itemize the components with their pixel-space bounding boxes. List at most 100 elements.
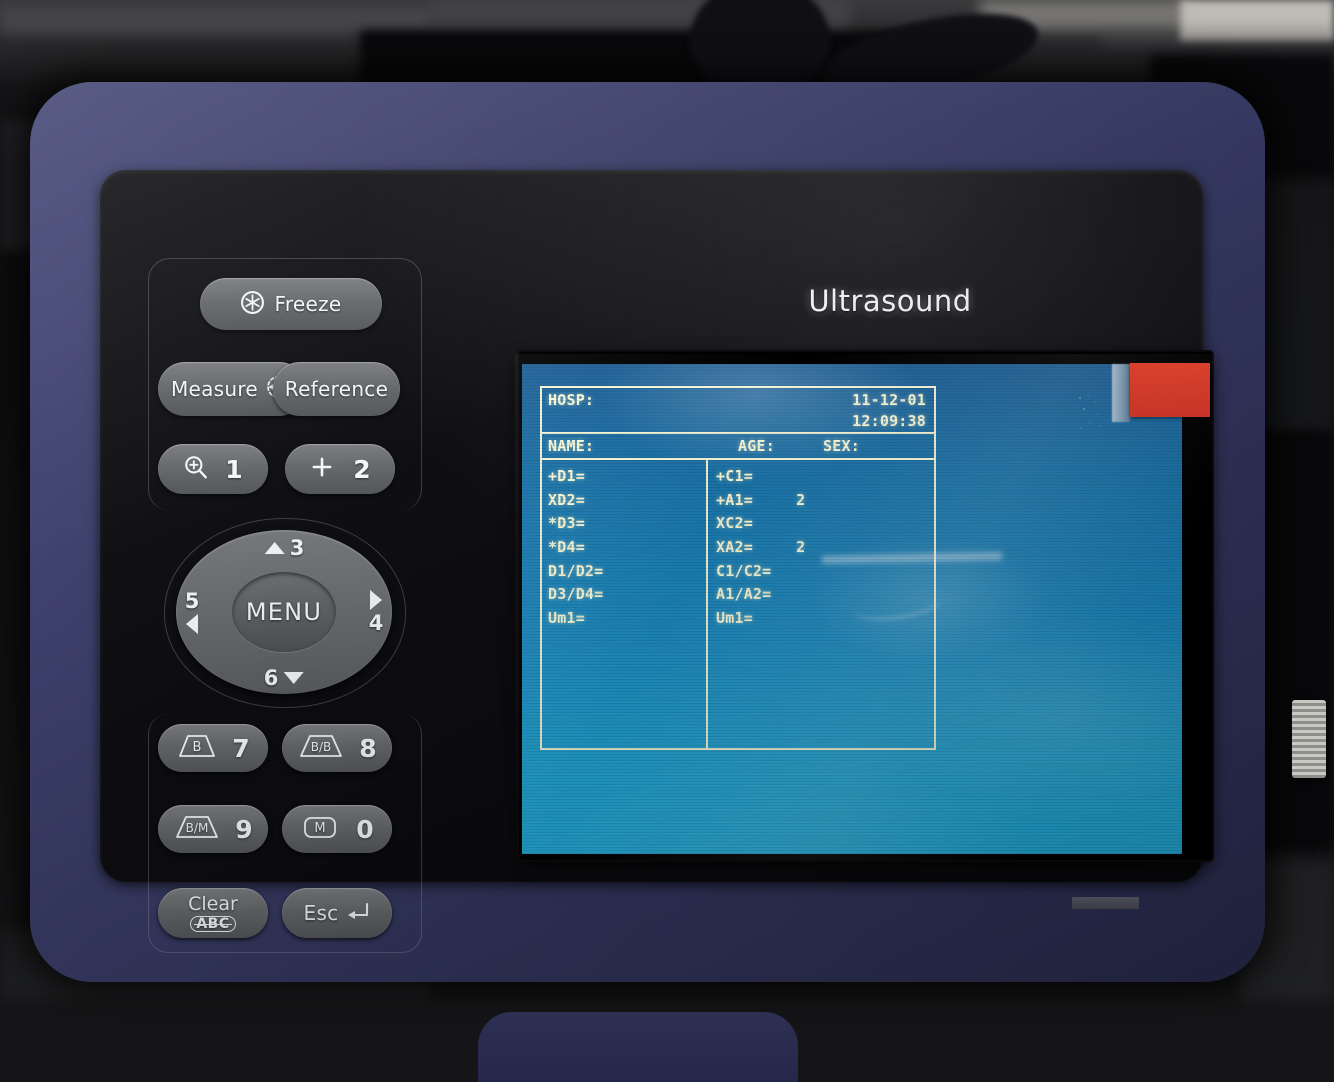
m-mode-icon: M bbox=[300, 814, 340, 845]
device-label-slot bbox=[1072, 897, 1139, 909]
measurement-row: Um1= bbox=[716, 607, 934, 631]
age-label: AGE: bbox=[738, 437, 775, 455]
dpad-down-button[interactable]: 6 bbox=[264, 666, 305, 690]
menu-button-label: MENU bbox=[245, 598, 323, 626]
plus-button-number: 2 bbox=[353, 454, 371, 484]
measurement-label: C1/C2= bbox=[716, 561, 772, 580]
name-label: NAME: bbox=[548, 437, 595, 455]
bb-mode-button[interactable]: B/B 8 bbox=[282, 724, 392, 772]
clear-abc-icon: ABC bbox=[190, 915, 236, 932]
measurement-row: *D3= bbox=[548, 512, 706, 536]
triangle-right-icon bbox=[370, 590, 382, 610]
measure-button-label: Measure bbox=[170, 377, 259, 401]
freeze-snowflake-icon bbox=[240, 290, 265, 319]
measurement-label: Um1= bbox=[716, 609, 753, 628]
m-mode-button-number: 0 bbox=[356, 814, 374, 844]
m-mode-button[interactable]: M 0 bbox=[282, 805, 392, 853]
measurement-label: XC2= bbox=[716, 514, 753, 533]
probe-connector bbox=[1292, 700, 1326, 778]
dpad-right-label: 4 bbox=[368, 611, 384, 635]
triangle-down-icon bbox=[283, 672, 304, 684]
measurement-panel: +D1= XD2= *D3= *D4= D1/D2= D3/D4= Um1= +… bbox=[540, 460, 936, 750]
measurement-row: +A1= 2 bbox=[716, 489, 934, 513]
svg-text:M: M bbox=[315, 821, 326, 836]
return-arrow-icon bbox=[346, 901, 370, 925]
navigation-dpad[interactable]: MENU 3 6 5 4 bbox=[176, 530, 392, 694]
brand-label: Ultrasound bbox=[808, 284, 972, 318]
clear-button-label: Clear bbox=[188, 892, 238, 915]
esc-button[interactable]: Esc bbox=[282, 888, 392, 938]
triangle-up-icon bbox=[264, 542, 285, 554]
dpad-down-label: 6 bbox=[263, 666, 279, 690]
zoom-button-number: 1 bbox=[225, 454, 243, 484]
b-mode-button-number: 7 bbox=[232, 733, 250, 763]
measurement-label: +A1= bbox=[716, 490, 753, 509]
screen-dust-specks bbox=[1076, 392, 1106, 434]
measurement-row: +C1= bbox=[716, 465, 934, 489]
datetime-block: 11-12-01 12:09:38 bbox=[852, 390, 926, 433]
protective-film-pull-tab[interactable] bbox=[1130, 363, 1210, 417]
reference-button[interactable]: Reference bbox=[273, 362, 400, 416]
measurement-value: 2 bbox=[796, 490, 806, 509]
esc-button-label: Esc bbox=[303, 901, 339, 925]
measurement-row: XC2= bbox=[716, 512, 934, 536]
sector-probe-icon: B/B bbox=[297, 733, 345, 764]
plus-icon bbox=[309, 454, 335, 484]
measurement-column-left: +D1= XD2= *D3= *D4= D1/D2= D3/D4= Um1= bbox=[542, 460, 706, 748]
reference-button-label: Reference bbox=[284, 377, 389, 401]
measurement-label: XA2= bbox=[716, 538, 753, 557]
hosp-label: HOSP: bbox=[548, 391, 595, 409]
menu-button[interactable]: MENU bbox=[232, 572, 336, 652]
freeze-button[interactable]: Freeze bbox=[200, 278, 382, 330]
hospital-row: HOSP: 11-12-01 12:09:38 bbox=[540, 386, 936, 434]
svg-text:B/M: B/M bbox=[186, 821, 209, 835]
measurement-label: *D4= bbox=[548, 538, 585, 557]
dpad-up-label: 3 bbox=[289, 536, 305, 560]
sector-probe-icon: B/M bbox=[173, 814, 221, 845]
time-value: 12:09:38 bbox=[852, 412, 926, 431]
plus-button[interactable]: 2 bbox=[285, 444, 395, 494]
osd-overlay: HOSP: 11-12-01 12:09:38 NAME: AGE: SEX: … bbox=[540, 386, 936, 750]
dpad-left-label: 5 bbox=[184, 589, 200, 613]
measurement-column-right: +C1= +A1= 2 XC2= XA2= 2 C1/C2= A1/A2= Um1= bbox=[706, 460, 934, 748]
freeze-button-label: Freeze bbox=[274, 292, 342, 316]
zoom-button[interactable]: 1 bbox=[158, 444, 268, 494]
measurement-row: D1/D2= bbox=[548, 560, 706, 584]
measurement-row: *D4= bbox=[548, 536, 706, 560]
measurement-row: XA2= 2 bbox=[716, 536, 934, 560]
clear-button[interactable]: Clear ABC bbox=[158, 888, 268, 938]
sex-label: SEX: bbox=[823, 437, 860, 455]
measurement-label: Um1= bbox=[548, 609, 585, 628]
dpad-up-button[interactable]: 3 bbox=[264, 536, 305, 560]
protective-film-edge bbox=[1112, 364, 1130, 422]
measurement-label: D1/D2= bbox=[548, 561, 604, 580]
clear-button-stack: Clear ABC bbox=[188, 892, 238, 932]
measurement-label: A1/A2= bbox=[716, 585, 772, 604]
measurement-label: +D1= bbox=[548, 467, 585, 485]
bm-mode-button[interactable]: B/M 9 bbox=[158, 805, 268, 853]
bezel-notch bbox=[478, 1012, 798, 1082]
measurement-label: XD2= bbox=[548, 490, 585, 509]
measurement-row: +D1= bbox=[548, 465, 706, 489]
measurement-label: D3/D4= bbox=[548, 585, 604, 604]
dpad-right-button[interactable]: 4 bbox=[368, 589, 384, 635]
measurement-row: D3/D4= bbox=[548, 583, 706, 607]
dpad-left-button[interactable]: 5 bbox=[184, 589, 200, 635]
svg-text:B: B bbox=[193, 740, 202, 755]
ultrasound-device-body: Ultrasound Freeze Measure Reference 1 2 … bbox=[30, 82, 1265, 1082]
date-value: 11-12-01 bbox=[852, 391, 926, 409]
measurement-label: +C1= bbox=[716, 467, 753, 485]
lcd-screen[interactable]: HOSP: 11-12-01 12:09:38 NAME: AGE: SEX: … bbox=[519, 352, 1212, 860]
measurement-row: XD2= bbox=[548, 489, 706, 513]
measurement-row: Um1= bbox=[548, 607, 706, 631]
bm-mode-button-number: 9 bbox=[235, 814, 253, 844]
b-mode-button[interactable]: B 7 bbox=[158, 724, 268, 772]
measurement-row: A1/A2= bbox=[716, 583, 934, 607]
bb-mode-button-number: 8 bbox=[359, 733, 377, 763]
magnifier-plus-icon bbox=[183, 454, 209, 484]
svg-text:B/B: B/B bbox=[311, 740, 332, 754]
measurement-row: C1/C2= bbox=[716, 560, 934, 584]
lcd-surface: HOSP: 11-12-01 12:09:38 NAME: AGE: SEX: … bbox=[522, 364, 1182, 854]
patient-row: NAME: AGE: SEX: bbox=[540, 434, 936, 460]
sector-probe-icon: B bbox=[176, 733, 218, 764]
